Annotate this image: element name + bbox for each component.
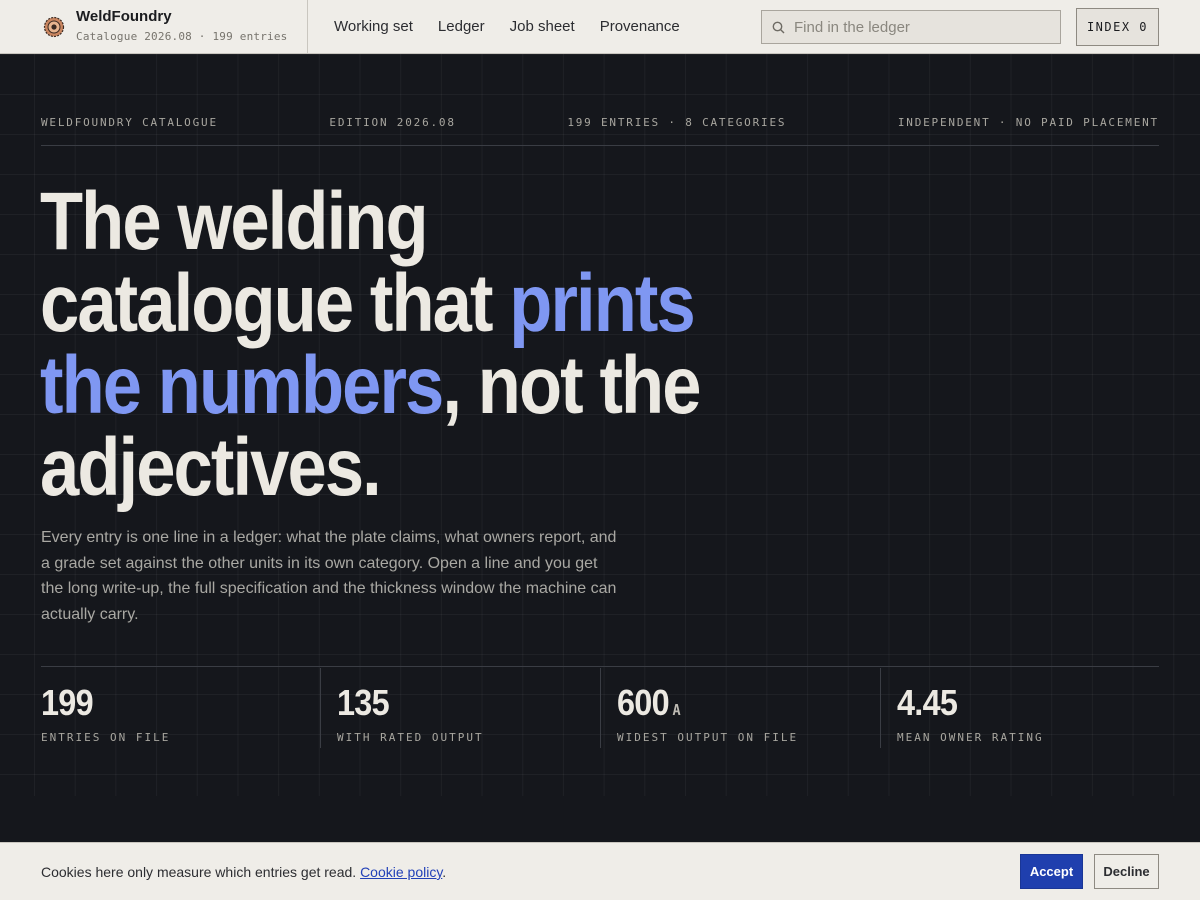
- strip-entries: 199 ENTRIES · 8 CATEGORIES: [567, 116, 787, 129]
- brand-subtitle: Catalogue 2026.08 · 199 entries: [76, 30, 288, 43]
- index-button[interactable]: INDEX 0: [1076, 8, 1159, 46]
- nav-item-provenance[interactable]: Provenance: [600, 18, 680, 35]
- cookie-message: Cookies here only measure which entries …: [41, 864, 446, 880]
- search-box: [761, 10, 1061, 44]
- cookie-banner: Cookies here only measure which entries …: [0, 842, 1200, 900]
- stat-widest-output: 600 A WIDEST OUTPUT ON FILE: [600, 668, 880, 748]
- hero-headline: The welding catalogue that prints the nu…: [40, 181, 745, 509]
- stat-entries-value: 199: [41, 682, 94, 724]
- nav-item-ledger[interactable]: Ledger: [438, 18, 485, 35]
- stat-entries-label: ENTRIES ON FILE: [41, 731, 171, 744]
- strip-divider: [41, 145, 1159, 146]
- decline-button[interactable]: Decline: [1094, 854, 1159, 889]
- nav-item-job-sheet[interactable]: Job sheet: [510, 18, 575, 35]
- search-icon: [772, 21, 785, 33]
- nav-item-working-set[interactable]: Working set: [334, 18, 413, 35]
- stat-rated-output-number: 135: [337, 682, 390, 723]
- main-nav: Working set Ledger Job sheet Provenance: [334, 18, 705, 35]
- cookie-trailing: .: [442, 864, 447, 880]
- stat-entries-number: 199: [41, 682, 94, 723]
- stat-widest-output-value: 600 A: [617, 682, 681, 724]
- stat-rated-output: 135 WITH RATED OUTPUT: [320, 668, 600, 748]
- stat-widest-output-label: WIDEST OUTPUT ON FILE: [617, 731, 799, 744]
- gear-target-icon: [43, 16, 65, 37]
- headline-part-1: The welding catalogue that: [40, 176, 510, 349]
- stat-owner-rating: 4.45 MEAN OWNER RATING: [880, 668, 1159, 748]
- brand-text: WeldFoundry Catalogue 2026.08 · 199 entr…: [76, 8, 288, 43]
- stat-entries: 199 ENTRIES ON FILE: [41, 668, 320, 748]
- cookie-text: Cookies here only measure which entries …: [41, 864, 361, 880]
- stat-widest-output-unit: A: [672, 701, 681, 719]
- accept-button[interactable]: Accept: [1020, 854, 1083, 889]
- stat-owner-rating-label: MEAN OWNER RATING: [897, 731, 1044, 744]
- brand-name: WeldFoundry: [76, 8, 172, 25]
- stats-divider: [41, 666, 1159, 667]
- strip-independent: INDEPENDENT · NO PAID PLACEMENT: [897, 116, 1159, 129]
- strip-edition: EDITION 2026.08: [329, 116, 456, 129]
- catalogue-strip: WELDFOUNDRY CATALOGUE EDITION 2026.08 19…: [41, 116, 1159, 129]
- search-input[interactable]: [794, 18, 1044, 36]
- top-bar: WeldFoundry Catalogue 2026.08 · 199 entr…: [0, 0, 1200, 54]
- stat-rated-output-label: WITH RATED OUTPUT: [337, 731, 484, 744]
- stat-owner-rating-value: 4.45: [897, 682, 958, 724]
- stat-widest-output-number: 600: [617, 682, 670, 723]
- brand[interactable]: WeldFoundry Catalogue 2026.08 · 199 entr…: [0, 0, 308, 53]
- cookie-policy-link[interactable]: Cookie policy: [360, 864, 442, 880]
- hero-lede: Every entry is one line in a ledger: wha…: [41, 529, 617, 623]
- strip-catalogue: WELDFOUNDRY CATALOGUE: [41, 116, 218, 129]
- hero-section: WELDFOUNDRY CATALOGUE EDITION 2026.08 19…: [0, 54, 1200, 796]
- stat-owner-rating-number: 4.45: [897, 682, 958, 723]
- stat-rated-output-value: 135: [337, 682, 390, 724]
